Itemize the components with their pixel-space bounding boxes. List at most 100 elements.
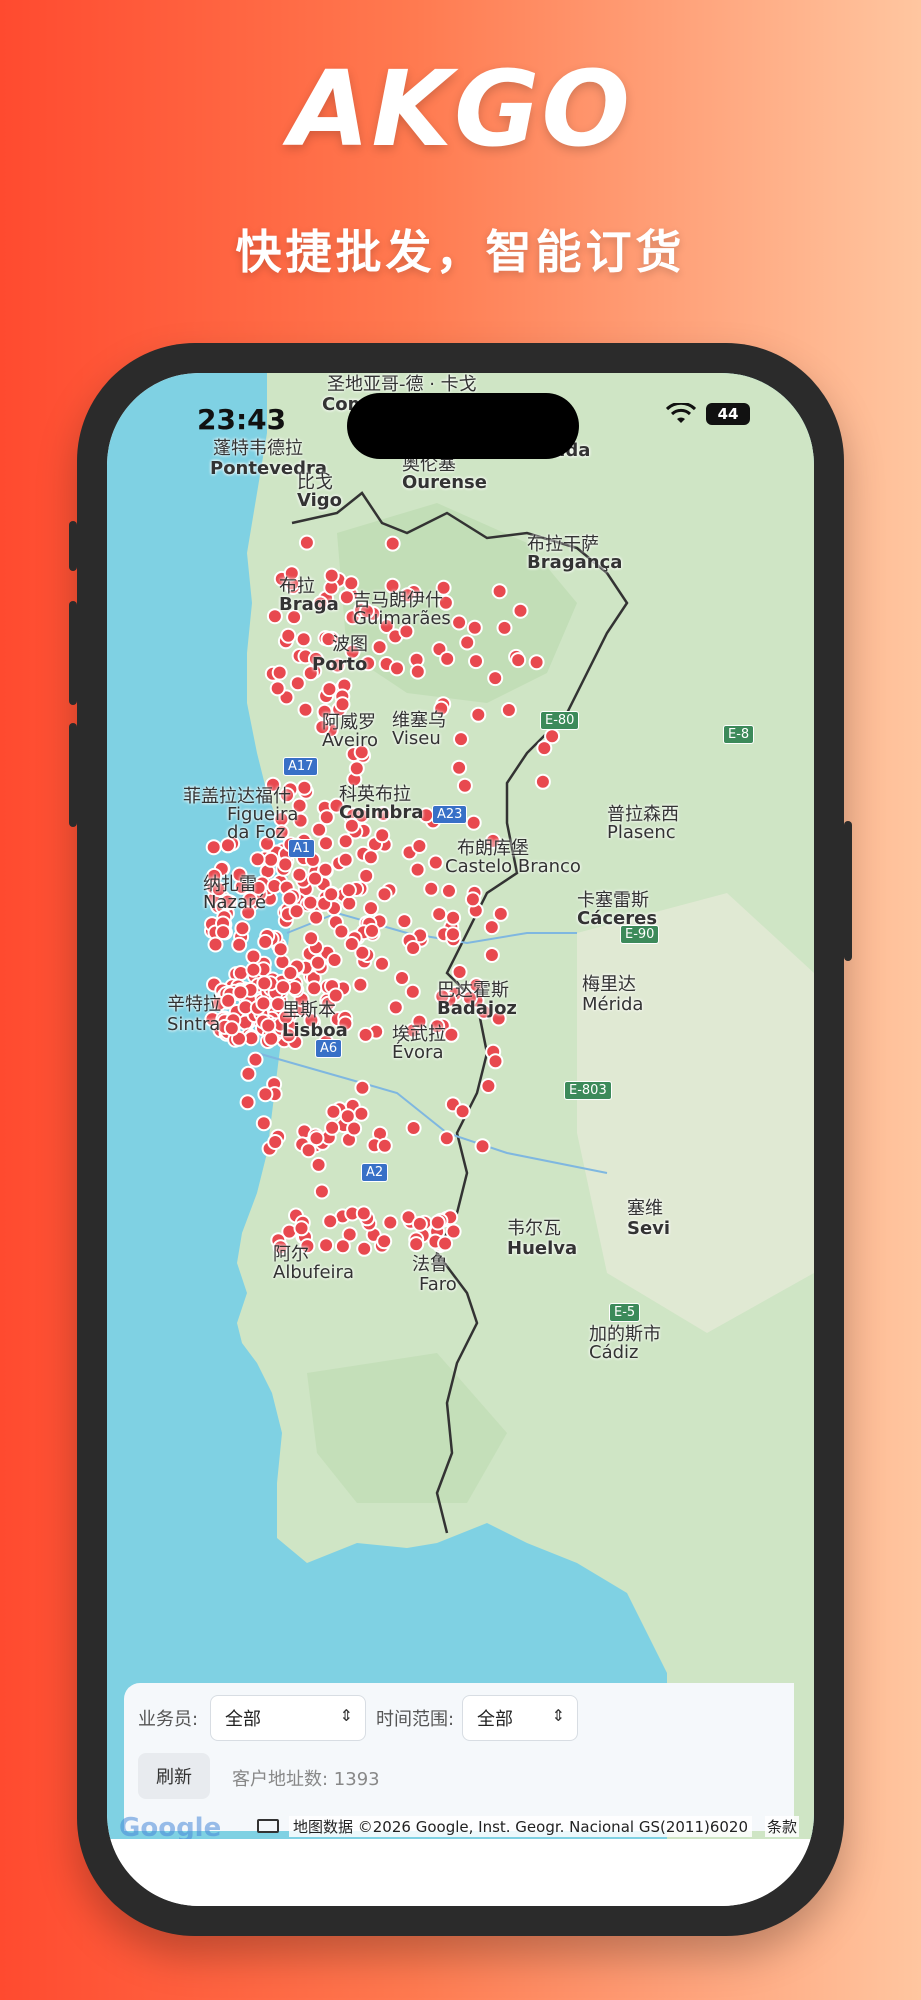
- terms-link[interactable]: 条款: [765, 1816, 800, 1837]
- customer-marker[interactable]: [338, 589, 355, 606]
- customer-marker[interactable]: [257, 933, 274, 950]
- customer-marker[interactable]: [352, 976, 369, 993]
- customer-marker[interactable]: [405, 1120, 422, 1136]
- customer-marker[interactable]: [376, 1233, 393, 1250]
- customer-marker[interactable]: [263, 1030, 280, 1047]
- customer-marker[interactable]: [411, 838, 428, 854]
- customer-marker[interactable]: [337, 851, 354, 868]
- customer-marker[interactable]: [491, 583, 508, 600]
- customer-marker[interactable]: [454, 1103, 471, 1120]
- customer-marker[interactable]: [255, 1115, 272, 1132]
- customer-marker[interactable]: [389, 660, 405, 677]
- customer-marker[interactable]: [343, 575, 360, 592]
- customer-marker[interactable]: [364, 922, 380, 939]
- customer-marker[interactable]: [282, 965, 299, 981]
- customer-marker[interactable]: [308, 1130, 325, 1147]
- customer-marker[interactable]: [384, 535, 401, 552]
- customer-marker[interactable]: [324, 1119, 341, 1136]
- customer-marker[interactable]: [404, 983, 421, 1000]
- attribution-text[interactable]: 地图数据 ©2026 Google, Inst. Geogr. Nacional…: [289, 1816, 753, 1837]
- keyboard-icon[interactable]: [257, 1819, 279, 1833]
- customer-marker[interactable]: [487, 670, 504, 687]
- customer-marker[interactable]: [376, 1137, 393, 1154]
- refresh-button[interactable]: 刷新: [138, 1753, 210, 1799]
- customer-marker[interactable]: [464, 891, 481, 908]
- customer-marker[interactable]: [431, 906, 448, 923]
- customer-marker[interactable]: [255, 995, 272, 1012]
- customer-marker[interactable]: [409, 861, 426, 878]
- customer-marker[interactable]: [267, 1134, 284, 1150]
- customer-marker[interactable]: [466, 619, 483, 636]
- customer-marker[interactable]: [313, 1183, 330, 1200]
- customer-marker[interactable]: [245, 948, 262, 965]
- customer-marker[interactable]: [480, 1078, 497, 1094]
- customer-marker[interactable]: [487, 1053, 504, 1070]
- customer-marker[interactable]: [318, 809, 335, 826]
- customer-marker[interactable]: [451, 964, 468, 980]
- customer-marker[interactable]: [341, 895, 358, 912]
- customer-marker[interactable]: [358, 867, 375, 884]
- customer-marker[interactable]: [451, 759, 468, 776]
- customer-marker[interactable]: [240, 1065, 257, 1082]
- salesman-select[interactable]: 全部 ⇕: [210, 1695, 366, 1741]
- customer-marker[interactable]: [271, 664, 288, 681]
- customer-marker[interactable]: [275, 979, 292, 996]
- customer-marker[interactable]: [333, 923, 350, 940]
- customer-marker[interactable]: [453, 731, 469, 748]
- customer-marker[interactable]: [353, 1105, 370, 1122]
- customer-marker[interactable]: [223, 1020, 240, 1037]
- customer-marker[interactable]: [263, 851, 279, 868]
- customer-marker[interactable]: [239, 1094, 256, 1111]
- customer-marker[interactable]: [280, 627, 297, 644]
- customer-marker[interactable]: [323, 886, 340, 903]
- customer-marker[interactable]: [326, 952, 343, 968]
- customer-marker[interactable]: [456, 777, 473, 794]
- customer-marker[interactable]: [348, 760, 365, 777]
- customer-marker[interactable]: [310, 954, 326, 971]
- customer-marker[interactable]: [343, 936, 360, 952]
- customer-marker[interactable]: [289, 675, 306, 692]
- customer-marker[interactable]: [371, 639, 388, 656]
- customer-marker[interactable]: [269, 680, 286, 697]
- customer-marker[interactable]: [257, 1086, 274, 1103]
- customer-marker[interactable]: [322, 1213, 339, 1230]
- customer-marker[interactable]: [291, 866, 308, 883]
- customer-marker[interactable]: [465, 814, 482, 831]
- customer-marker[interactable]: [220, 992, 237, 1009]
- customer-marker[interactable]: [247, 1051, 264, 1068]
- customer-marker[interactable]: [340, 882, 357, 899]
- customer-marker[interactable]: [288, 903, 305, 920]
- customer-marker[interactable]: [321, 681, 338, 698]
- customer-marker[interactable]: [376, 886, 393, 903]
- customer-marker[interactable]: [483, 947, 500, 963]
- customer-marker[interactable]: [234, 920, 251, 937]
- customer-marker[interactable]: [396, 913, 413, 930]
- customer-marker[interactable]: [303, 930, 320, 947]
- customer-marker[interactable]: [355, 1205, 372, 1222]
- customer-marker[interactable]: [468, 653, 484, 670]
- customer-marker[interactable]: [356, 1240, 373, 1257]
- customer-marker[interactable]: [534, 773, 551, 790]
- customer-marker[interactable]: [374, 955, 390, 972]
- customer-marker[interactable]: [492, 905, 509, 922]
- customer-marker[interactable]: [207, 936, 224, 953]
- customer-marker[interactable]: [451, 614, 468, 631]
- customer-marker[interactable]: [437, 1235, 454, 1252]
- customer-marker[interactable]: [295, 631, 312, 648]
- customer-marker[interactable]: [483, 919, 500, 936]
- customer-marker[interactable]: [337, 833, 354, 850]
- customer-marker[interactable]: [411, 1215, 428, 1232]
- customer-marker[interactable]: [232, 984, 249, 1001]
- customer-marker[interactable]: [318, 835, 334, 852]
- customer-marker[interactable]: [306, 980, 323, 997]
- customer-marker[interactable]: [429, 1214, 446, 1231]
- customer-marker[interactable]: [500, 702, 517, 718]
- customer-marker[interactable]: [382, 1214, 399, 1231]
- customer-marker[interactable]: [528, 654, 545, 671]
- customer-marker[interactable]: [408, 1236, 425, 1253]
- customer-marker[interactable]: [510, 652, 527, 669]
- customer-marker[interactable]: [272, 941, 289, 958]
- customer-marker[interactable]: [323, 567, 340, 584]
- customer-marker[interactable]: [387, 999, 404, 1016]
- customer-marker[interactable]: [357, 1026, 374, 1043]
